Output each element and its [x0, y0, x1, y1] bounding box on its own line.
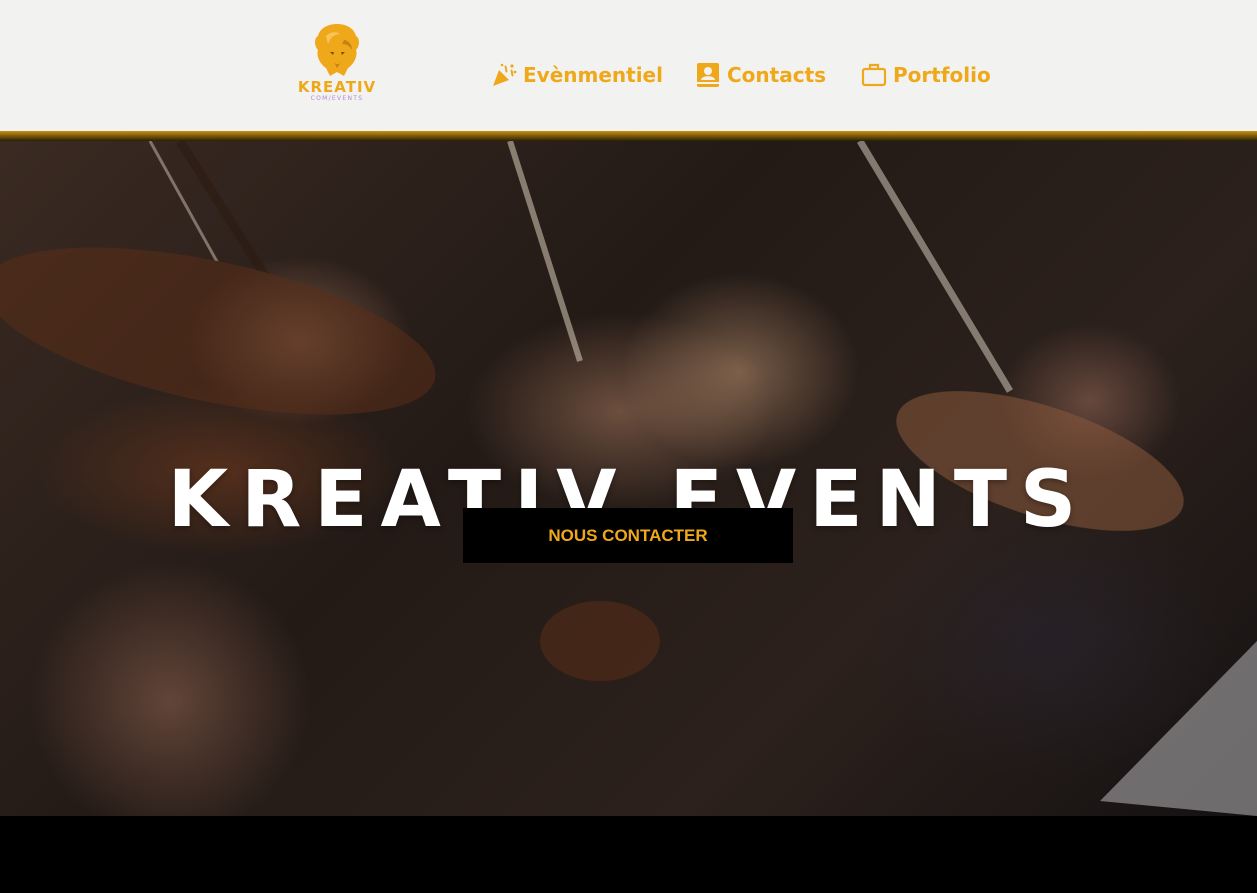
header-divider: [0, 131, 1257, 141]
nav-label-evenementiel: Evènmentiel: [523, 63, 663, 87]
main-nav: Evènmentiel Contacts Portfolio: [0, 57, 1257, 93]
nav-item-portfolio[interactable]: Portfolio: [861, 57, 991, 93]
briefcase-icon: [861, 62, 887, 88]
hero-banner: KREATIV EVENTS NOUS CONTACTER: [0, 141, 1257, 816]
party-popper-icon: [491, 62, 517, 88]
logo-subtext: COM/EVENTS: [310, 95, 364, 102]
site-header: KREATIV COM/EVENTS Evènmentiel Contacts …: [0, 0, 1257, 131]
nav-label-contacts: Contacts: [727, 63, 827, 87]
contact-us-button[interactable]: NOUS CONTACTER: [463, 508, 793, 563]
nav-item-contacts[interactable]: Contacts: [695, 57, 826, 93]
contact-book-icon: [695, 62, 721, 88]
footer-bar: [0, 816, 1257, 893]
nav-item-evenementiel[interactable]: Evènmentiel: [491, 57, 663, 93]
nav-label-portfolio: Portfolio: [893, 63, 991, 87]
